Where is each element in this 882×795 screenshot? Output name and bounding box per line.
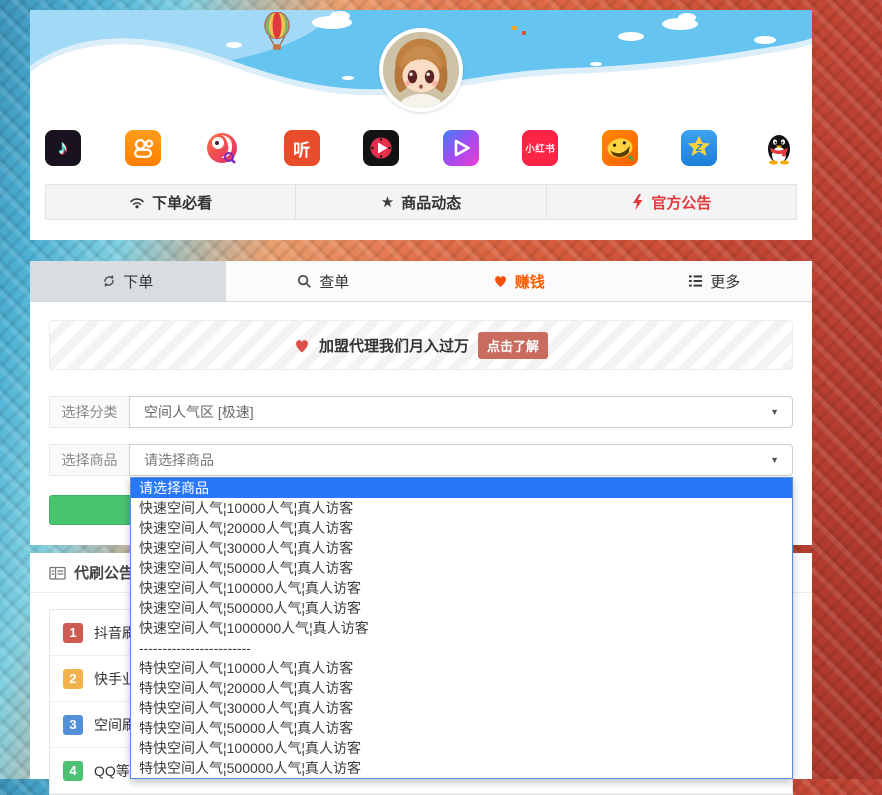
weishi-icon[interactable]: [443, 130, 479, 166]
dropdown-option[interactable]: 快速空间人气¦500000人气¦真人访客: [131, 598, 792, 618]
category-label: 选择分类: [49, 396, 130, 428]
select-caret-icon: ▼: [770, 455, 779, 465]
cloud-puff: [226, 42, 242, 48]
product-select[interactable]: 请选择商品 ▼: [129, 444, 793, 476]
xiaohongshu-icon[interactable]: 小红书: [522, 130, 558, 166]
search-icon: [297, 274, 312, 289]
product-dropdown-list: 请选择商品 快速空间人气¦10000人气¦真人访客 快速空间人气¦20000人气…: [130, 477, 793, 779]
menu-item-product-news[interactable]: ★ 商品动态: [295, 184, 546, 220]
category-row: 选择分类 空间人气区 [极速] ▼: [49, 396, 793, 428]
dropdown-option[interactable]: 特快空间人气¦30000人气¦真人访客: [131, 698, 792, 718]
black-play-app-icon[interactable]: [363, 130, 399, 166]
product-label: 选择商品: [49, 444, 130, 476]
pipixia-icon[interactable]: [602, 130, 638, 166]
notice-title: 代刷公告: [74, 562, 134, 583]
dropdown-option-separator: ------------------------: [131, 638, 792, 658]
rank-badge: 2: [63, 669, 83, 689]
rank-badge: 4: [63, 761, 83, 781]
category-select[interactable]: 空间人气区 [极速] ▼: [129, 396, 793, 428]
dropdown-option[interactable]: 快速空间人气¦20000人气¦真人访客: [131, 518, 792, 538]
tab-place-order[interactable]: 下单: [30, 261, 226, 301]
newspaper-icon: [49, 565, 66, 581]
select-caret-icon: ▼: [770, 407, 779, 417]
douyin-note-glyph: ♪: [58, 137, 68, 160]
dropdown-option[interactable]: 快速空间人气¦100000人气¦真人访客: [131, 578, 792, 598]
qq-icon[interactable]: [761, 130, 797, 166]
listen-glyph: 听: [293, 136, 310, 161]
rank-badge: 3: [63, 715, 83, 735]
list-icon: [688, 274, 703, 288]
dropdown-option[interactable]: 请选择商品: [131, 478, 792, 498]
tab-more[interactable]: 更多: [617, 261, 813, 301]
svg-text:Z: Z: [695, 143, 703, 154]
cloud-puff: [342, 76, 354, 80]
sky-banner: [30, 10, 812, 114]
promo-learn-more-button[interactable]: 点击了解: [478, 332, 548, 359]
hot-air-balloon-icon: [262, 12, 292, 57]
cloud-puff: [590, 62, 602, 66]
dropdown-option[interactable]: 特快空间人气¦20000人气¦真人访客: [131, 678, 792, 698]
heart-icon: [294, 338, 310, 353]
confetti-dot: [522, 31, 526, 35]
lightning-icon: [631, 194, 644, 210]
dropdown-option[interactable]: 特快空间人气¦50000人气¦真人访客: [131, 718, 792, 738]
tab-earn-money[interactable]: 赚钱: [421, 261, 617, 301]
heart-icon: [493, 274, 508, 288]
product-row: 选择商品 请选择商品 ▼: [49, 444, 793, 476]
listen-app-icon[interactable]: 听: [284, 130, 320, 166]
rank-badge: 1: [63, 623, 83, 643]
agency-promo-banner: 加盟代理我们月入过万 点击了解: [49, 320, 793, 370]
menu-item-official-notice[interactable]: 官方公告: [546, 184, 797, 220]
cloud-puff: [754, 36, 776, 44]
menu-item-label: 下单必看: [152, 192, 212, 213]
menu-item-label: 商品动态: [401, 192, 461, 213]
dropdown-option[interactable]: 快速空间人气¦1000000人气¦真人访客: [131, 618, 792, 638]
cloud-puff: [86, 70, 100, 75]
cloud-puff: [618, 32, 644, 41]
dropdown-option[interactable]: 特快空间人气¦100000人气¦真人访客: [131, 738, 792, 758]
tab-label: 查单: [319, 271, 349, 292]
product-selected-value: 请选择商品: [144, 450, 214, 470]
dropdown-option[interactable]: 特快空间人气¦500000人气¦真人访客: [131, 758, 792, 778]
wifi-icon: [129, 195, 145, 209]
xiaohongshu-glyph: 小红书: [525, 141, 555, 155]
tab-label: 下单: [123, 271, 153, 292]
avatar: [379, 28, 463, 112]
promo-text: 加盟代理我们月入过万: [319, 335, 469, 356]
kuaishou-icon[interactable]: [125, 130, 161, 166]
douyin-icon[interactable]: ♪: [45, 130, 81, 166]
qzone-icon[interactable]: Z: [681, 130, 717, 166]
refresh-icon: [102, 274, 116, 288]
menu-item-label: 官方公告: [651, 192, 711, 213]
star-icon: ★: [381, 195, 394, 210]
dropdown-option[interactable]: 快速空间人气¦30000人气¦真人访客: [131, 538, 792, 558]
menu-item-order-guide[interactable]: 下单必看: [45, 184, 296, 220]
cloud-puff: [330, 11, 350, 21]
quick-menu: 下单必看 ★ 商品动态 官方公告: [45, 184, 797, 220]
tab-label: 赚钱: [515, 271, 545, 292]
bird-app-icon[interactable]: [204, 130, 240, 166]
tab-bar: 下单 查单 赚钱 更多: [30, 261, 812, 302]
dropdown-option[interactable]: 特快空间人气¦10000人气¦真人访客: [131, 658, 792, 678]
category-selected-value: 空间人气区 [极速]: [144, 402, 254, 422]
anime-avatar-graphic: [383, 32, 459, 108]
cloud-puff: [678, 13, 696, 22]
confetti-dot: [512, 26, 517, 30]
dropdown-option[interactable]: 快速空间人气¦50000人气¦真人访客: [131, 558, 792, 578]
app-icons-row: ♪ 听 小红书: [30, 114, 812, 166]
dropdown-option[interactable]: 快速空间人气¦10000人气¦真人访客: [131, 498, 792, 518]
tab-label: 更多: [710, 271, 740, 292]
header-card: ♪ 听 小红书: [30, 10, 812, 240]
tab-check-order[interactable]: 查单: [226, 261, 422, 301]
